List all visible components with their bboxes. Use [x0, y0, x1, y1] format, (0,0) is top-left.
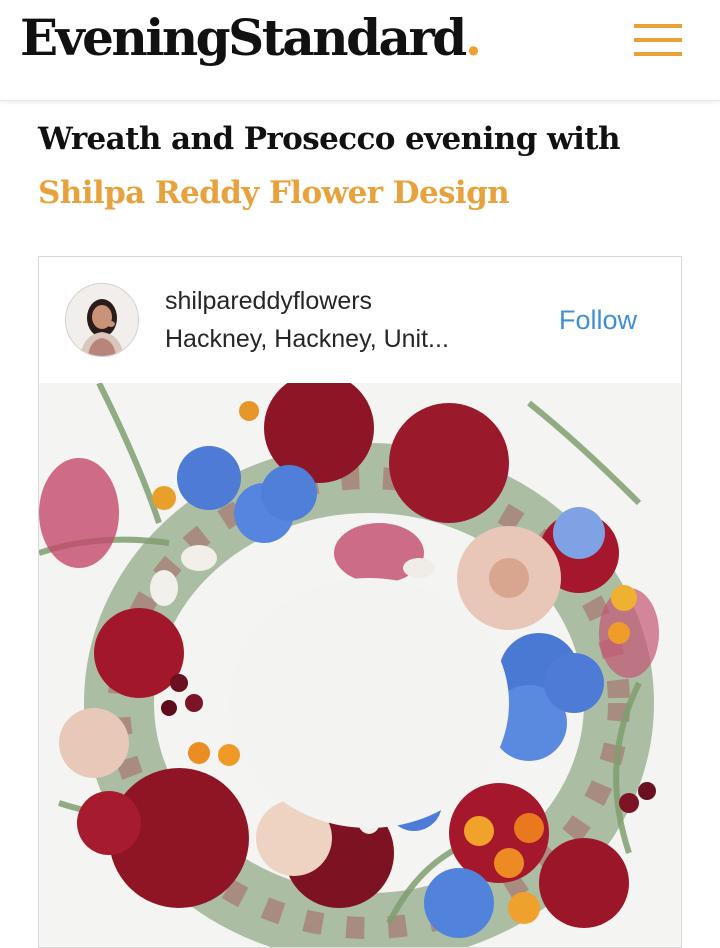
instagram-username[interactable]: shilpareddyflowers	[165, 287, 372, 316]
article-title-line1: Wreath and Prosecco evening with	[38, 121, 621, 157]
logo-text: EveningStandard	[20, 8, 467, 67]
wreath-image	[39, 373, 681, 947]
wreath-photo[interactable]	[39, 373, 681, 947]
follow-button[interactable]: Follow	[559, 305, 637, 336]
site-logo[interactable]: EveningStandard.	[20, 6, 482, 70]
instagram-embed: shilpareddyflowers Hackney, Hackney, Uni…	[38, 256, 682, 948]
instagram-location[interactable]: Hackney, Hackney, Unit...	[165, 325, 449, 354]
article-title-line2: Shilpa Reddy Flower Design	[38, 175, 510, 211]
hamburger-menu-icon[interactable]	[634, 24, 682, 58]
site-header: EveningStandard.	[0, 0, 720, 101]
article-title: Wreath and Prosecco evening with Shilpa …	[38, 112, 698, 220]
profile-photo	[66, 284, 138, 356]
logo-dot: .	[464, 8, 482, 67]
avatar[interactable]	[65, 283, 139, 357]
